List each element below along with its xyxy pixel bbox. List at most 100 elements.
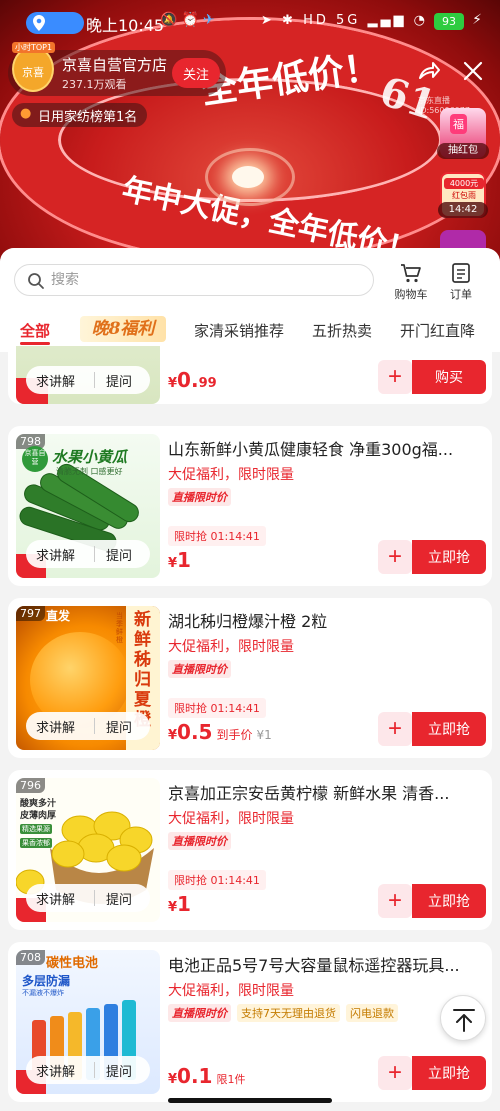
live-price-tag: 直播限时价: [168, 832, 231, 850]
product-title[interactable]: 山东新鲜小黄瓜健康轻食 净重300g福...: [168, 436, 478, 460]
add-to-cart-button[interactable]: +: [378, 1056, 412, 1090]
gps-icon: ➤: [260, 13, 275, 28]
product-index: 797: [16, 606, 45, 621]
scroll-to-top-button[interactable]: [440, 995, 486, 1041]
location-pill: [26, 12, 84, 34]
share-icon[interactable]: [416, 58, 442, 84]
store-rank-badge: 小时TOP1: [12, 42, 56, 53]
live-price-tag: 直播限时价: [168, 1004, 231, 1022]
product-card[interactable]: 求讲解 提问 ¥0.99 + 购买: [8, 346, 492, 404]
live-price-tag: 直播限时价: [168, 660, 231, 678]
tab-opening-discount[interactable]: 开门红直降: [400, 320, 475, 341]
signal-icon: ▂▄▆: [367, 13, 407, 28]
product-thumbnail[interactable]: 新鲜秭归夏橙 当季鲜橙 797 直发 求讲解 提问: [16, 606, 160, 750]
search-icon: [28, 273, 44, 289]
add-to-cart-button[interactable]: +: [378, 712, 412, 746]
product-card[interactable]: 796 酸爽多汁 皮薄肉厚 精选果源 果香浓郁 求讲解 提问 京喜加正宗安岳黄柠…: [8, 770, 492, 930]
status-time: 晚上10:45: [86, 16, 165, 35]
price-value: 0.5: [177, 720, 213, 744]
search-input[interactable]: [51, 269, 351, 291]
qa-bar: 求讲解 提问: [26, 884, 150, 912]
product-card[interactable]: 新鲜秭归夏橙 当季鲜橙 797 直发 求讲解 提问 湖北秭归橙爆汁橙 2粒 大促…: [8, 598, 492, 758]
charging-icon: ⚡: [472, 12, 482, 28]
product-price: ¥0.5 到手价 ¥1: [168, 720, 272, 744]
thumb-tag: 精选果源: [20, 824, 52, 834]
location-icon: [33, 15, 45, 31]
ask-question-button[interactable]: 提问: [106, 889, 132, 908]
request-explain-button[interactable]: 求讲解: [36, 371, 75, 390]
tag-row: 直播限时价: [168, 832, 237, 850]
home-indicator[interactable]: [168, 1098, 332, 1103]
currency-symbol: ¥: [168, 728, 178, 743]
search-bar[interactable]: [14, 264, 374, 296]
cart-icon: [401, 264, 421, 283]
grab-now-button[interactable]: 立即抢: [412, 1056, 486, 1090]
tab-household-picks[interactable]: 家清采销推荐: [194, 320, 284, 341]
thumb-subtitle: 多层防漏: [22, 974, 71, 988]
ask-question-button[interactable]: 提问: [106, 545, 132, 564]
product-thumbnail[interactable]: 796 酸爽多汁 皮薄肉厚 精选果源 果香浓郁 求讲解 提问: [16, 778, 160, 922]
tag-row: 直播限时价: [168, 660, 237, 678]
live-stream-banner[interactable]: 全年低价！ 年中大促，全年低价！ 61 晚上10:45 🔕⏰✈ ➤ ✱ HD 5…: [0, 0, 500, 262]
add-to-cart-button[interactable]: +: [378, 540, 412, 574]
thumb-title: 碳性电池: [46, 956, 99, 971]
store-name[interactable]: 京喜自营官方店: [62, 54, 167, 75]
telegram-icon: ✈: [202, 12, 219, 28]
request-explain-button[interactable]: 求讲解: [36, 717, 75, 736]
follow-button[interactable]: 关注: [172, 58, 220, 88]
thumb-seal: 京喜自营: [22, 446, 48, 472]
view-count: 237.1万观看: [62, 78, 127, 91]
grab-now-button[interactable]: 立即抢: [412, 712, 486, 746]
grab-now-button[interactable]: 立即抢: [412, 540, 486, 574]
mute-icon: 🔕: [160, 12, 182, 28]
request-explain-button[interactable]: 求讲解: [36, 545, 75, 564]
product-sheet: 购物车 订单 全部 晚8福利 家清采销推荐 五折热卖 开门红直降 求讲解 提问 …: [0, 248, 500, 1111]
tab-evening-welfare[interactable]: 晚8福利: [80, 316, 166, 342]
product-price: ¥1: [168, 548, 191, 572]
request-explain-button[interactable]: 求讲解: [36, 1061, 75, 1080]
lucky-draw-label[interactable]: 抽红包: [437, 143, 489, 159]
cart-button[interactable]: 购物车: [388, 262, 434, 302]
product-title[interactable]: 京喜加正宗安岳黄柠檬 新鲜水果 清香...: [168, 780, 478, 804]
currency-symbol: ¥: [168, 1072, 178, 1087]
currency-symbol: ¥: [168, 556, 178, 571]
tab-all[interactable]: 全部: [20, 320, 50, 341]
original-price: ¥1: [256, 728, 272, 742]
request-explain-button[interactable]: 求讲解: [36, 889, 75, 908]
tv-widget[interactable]: [440, 230, 486, 250]
promo-text: 大促福利，限时限量: [168, 811, 294, 827]
product-index: 796: [16, 778, 45, 793]
product-price: ¥1: [168, 892, 191, 916]
status-bar: 晚上10:45 🔕⏰✈ ➤ ✱ HD 5G ▂▄▆ ◔ 93 ⚡: [0, 0, 500, 44]
red-packet-amount: 4000元: [444, 178, 484, 189]
add-to-cart-button[interactable]: +: [378, 360, 412, 394]
thumb-title: 皮薄肉厚: [20, 811, 57, 821]
ask-question-button[interactable]: 提问: [106, 717, 132, 736]
orders-button[interactable]: 订单: [438, 262, 484, 302]
rank-badge[interactable]: ● 日用家纺榜第1名: [12, 103, 148, 127]
product-card[interactable]: 708 碳性电池 多层防漏 不漏液不爆炸 求讲解 提问 电池正品5号7号大容量鼠…: [8, 942, 492, 1102]
product-thumbnail[interactable]: 求讲解 提问: [16, 346, 160, 404]
add-to-cart-button[interactable]: +: [378, 884, 412, 918]
close-icon[interactable]: [460, 58, 486, 84]
tag-row: 直播限时价: [168, 488, 237, 506]
buy-button[interactable]: 购买: [412, 360, 486, 394]
sheet-header: 购物车 订单 全部 晚8福利 家清采销推荐 五折热卖 开门红直降: [0, 248, 500, 352]
product-thumbnail[interactable]: 708 碳性电池 多层防漏 不漏液不爆炸 求讲解 提问: [16, 950, 160, 1094]
ask-question-button[interactable]: 提问: [106, 1061, 132, 1080]
grab-now-button[interactable]: 立即抢: [412, 884, 486, 918]
thumb-note: 当季鲜橙: [116, 612, 123, 644]
flash-sale-countdown: 限时抢 01:14:41: [168, 870, 266, 890]
store-logo-text: 京喜: [22, 66, 44, 79]
wifi-icon: ◔: [413, 13, 428, 28]
ask-question-button[interactable]: 提问: [106, 371, 132, 390]
live-price-tag: 直播限时价: [168, 488, 231, 506]
category-tabs: 全部 晚8福利 家清采销推荐 五折热卖 开门红直降: [0, 312, 500, 346]
tab-half-price[interactable]: 五折热卖: [312, 320, 372, 341]
product-title[interactable]: 湖北秭归橙爆汁橙 2粒: [168, 608, 478, 632]
product-title[interactable]: 电池正品5号7号大容量鼠标遥控器玩具...: [168, 952, 478, 976]
product-card[interactable]: 798 京喜自营 水果小黄瓜 清脆无刺 口感更好 求讲解 提问 山东新鲜小黄瓜健…: [8, 426, 492, 586]
cart-label: 购物车: [394, 288, 428, 301]
product-thumbnail[interactable]: 798 京喜自营 水果小黄瓜 清脆无刺 口感更好 求讲解 提问: [16, 434, 160, 578]
qa-bar: 求讲解 提问: [26, 712, 150, 740]
